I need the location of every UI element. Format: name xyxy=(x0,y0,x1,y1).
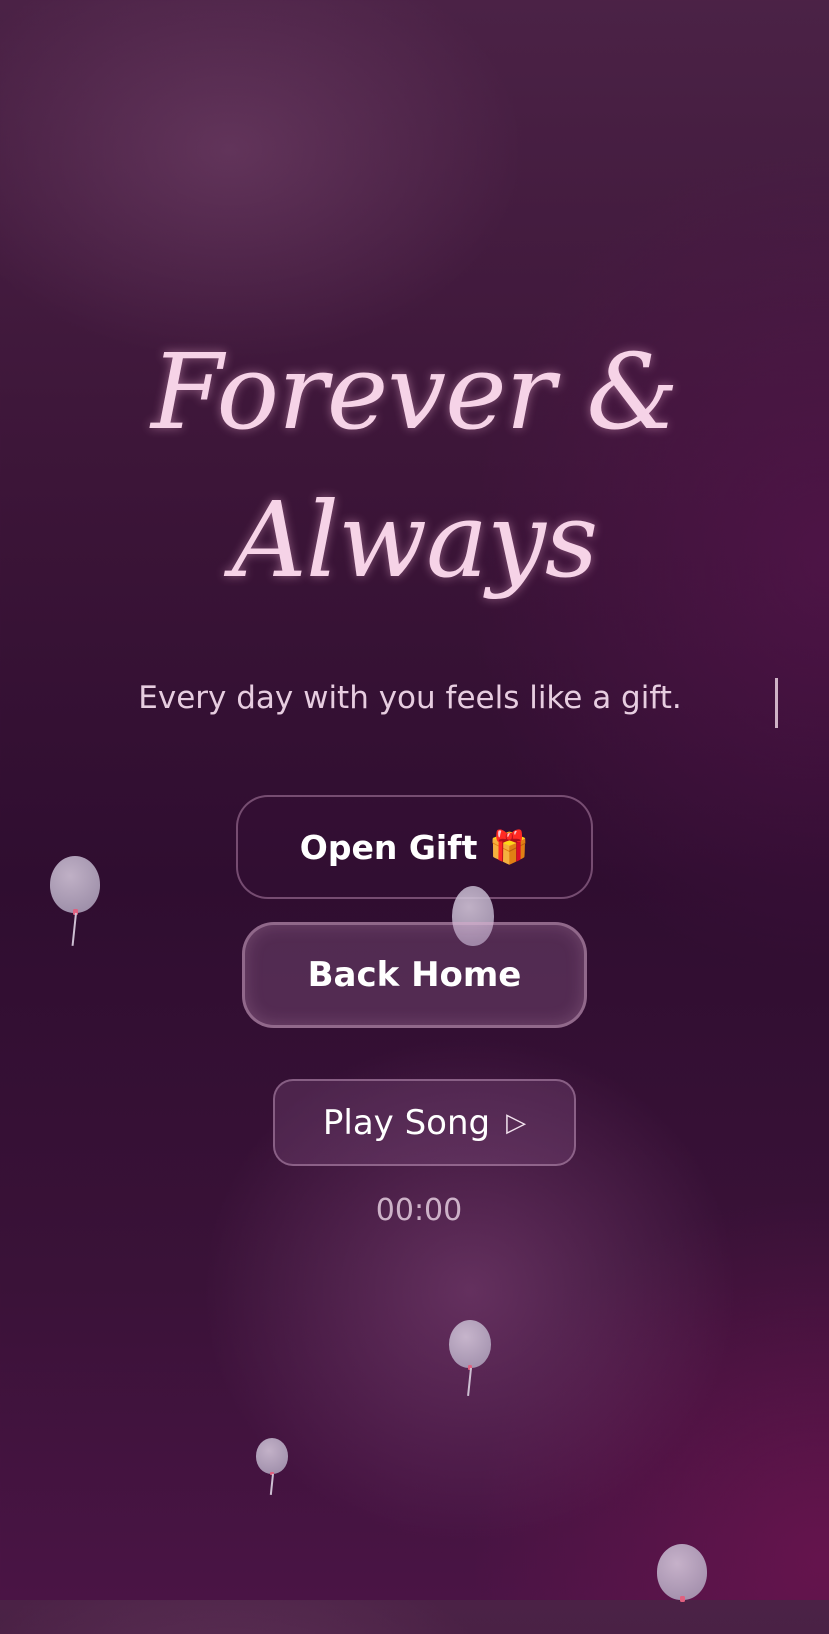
open-gift-label: Open Gift xyxy=(299,827,478,867)
play-icon: ▷ xyxy=(506,1107,527,1138)
balloon-icon xyxy=(657,1544,707,1634)
play-song-label: Play Song xyxy=(322,1102,491,1143)
subtitle-text: Every day with you feels like a gift. xyxy=(138,680,682,716)
song-timer: 00:00 xyxy=(375,1193,463,1228)
title-line-1: Forever & xyxy=(151,331,679,453)
page-title: Forever & Always xyxy=(0,318,829,614)
play-song-button[interactable]: Play Song ▷ xyxy=(273,1079,576,1166)
back-home-button[interactable]: Back Home xyxy=(242,922,587,1028)
title-line-2: Always xyxy=(231,479,599,601)
balloon-icon xyxy=(50,856,100,948)
typing-cursor xyxy=(775,678,778,728)
back-home-label: Back Home xyxy=(307,955,522,995)
balloon-icon xyxy=(449,1320,491,1398)
open-gift-button[interactable]: Open Gift 🎁 xyxy=(236,795,593,899)
gift-icon: 🎁 xyxy=(489,828,530,866)
balloon-icon xyxy=(256,1438,288,1496)
